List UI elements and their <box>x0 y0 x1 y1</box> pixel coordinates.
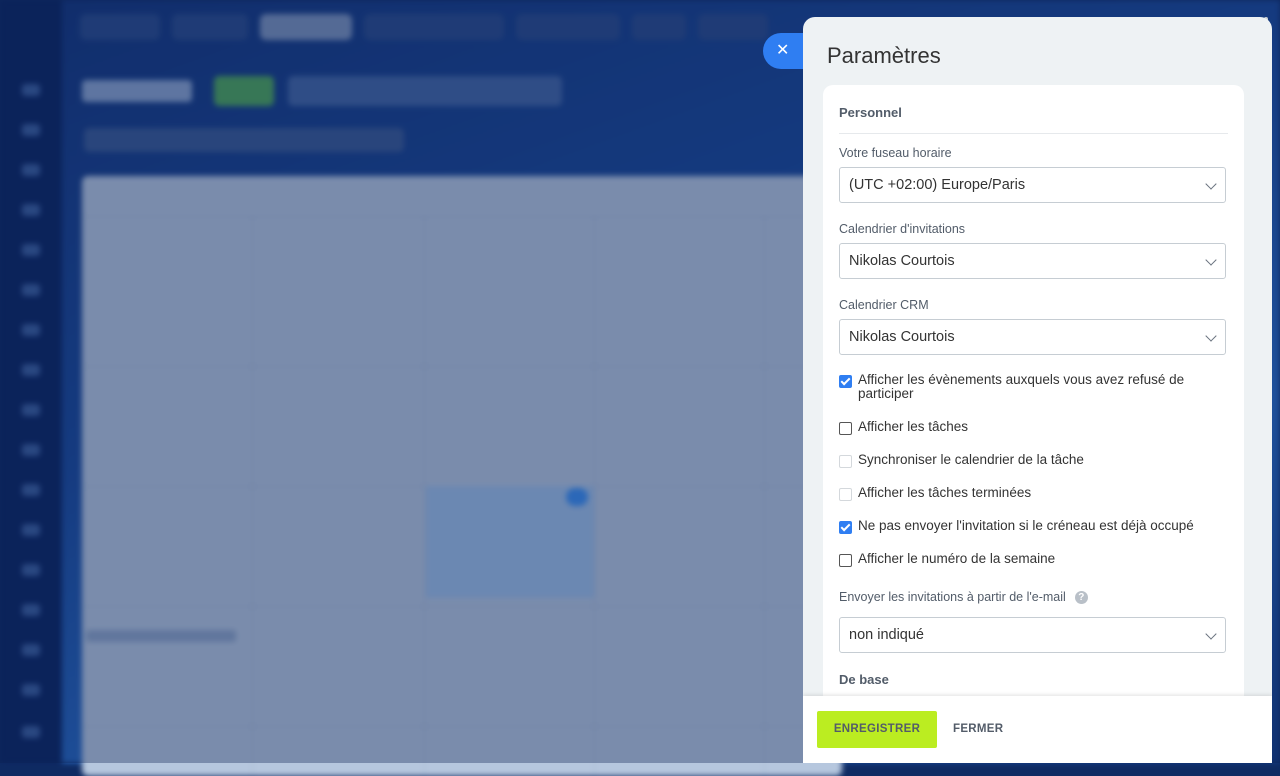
checkbox-label: Afficher les tâches <box>858 419 969 434</box>
invite-calendar-select[interactable]: Nikolas Courtois <box>839 243 1226 279</box>
checkbox-show-tasks[interactable]: Afficher les tâches <box>839 420 1229 435</box>
checkbox-label: Afficher les évènements auxquels vous av… <box>858 372 1185 401</box>
crm-calendar-value: Nikolas Courtois <box>849 329 955 345</box>
chevron-down-icon <box>1205 628 1217 640</box>
settings-panel: Paramètres Personnel Votre fuseau horair… <box>803 17 1272 763</box>
section-personal-title: Personnel <box>839 105 902 120</box>
close-icon: ✕ <box>776 42 790 59</box>
checkbox-label: Afficher les tâches terminées <box>858 485 1032 500</box>
checkbox[interactable] <box>839 422 852 435</box>
checkbox[interactable] <box>839 375 852 388</box>
crm-calendar-select[interactable]: Nikolas Courtois <box>839 319 1226 355</box>
timezone-select[interactable]: (UTC +02:00) Europe/Paris <box>839 167 1226 203</box>
checkbox-sync-task-calendar[interactable]: Synchroniser le calendrier de la tâche <box>839 453 1229 468</box>
checkbox-label: Synchroniser le calendrier de la tâche <box>858 452 1084 467</box>
panel-title: Paramètres <box>827 43 941 68</box>
invite-calendar-value: Nikolas Courtois <box>849 253 955 269</box>
checkbox-show-completed-tasks[interactable]: Afficher les tâches terminées <box>839 486 1229 501</box>
sender-email-label-text: Envoyer les invitations à partir de l'e-… <box>839 590 1066 604</box>
invite-calendar-label: Calendrier d'invitations <box>839 222 966 236</box>
panel-footer: ENREGISTRER FERMER <box>803 696 1272 763</box>
sender-email-label: Envoyer les invitations à partir de l'e-… <box>839 590 1088 604</box>
help-icon[interactable]: ? <box>1074 591 1088 604</box>
timezone-value: (UTC +02:00) Europe/Paris <box>849 177 1026 193</box>
sender-email-value: non indiqué <box>849 627 924 643</box>
checkbox-show-week-number[interactable]: Afficher le numéro de la semaine <box>839 552 1229 567</box>
crm-calendar-label: Calendrier CRM <box>839 298 929 312</box>
checkbox[interactable] <box>839 488 852 501</box>
timezone-label: Votre fuseau horaire <box>839 146 952 160</box>
chevron-down-icon <box>1205 178 1217 190</box>
sender-email-select[interactable]: non indiqué <box>839 617 1226 653</box>
divider <box>839 133 1228 134</box>
chevron-down-icon <box>1205 254 1217 266</box>
save-button[interactable]: ENREGISTRER <box>817 711 937 748</box>
checkbox[interactable] <box>839 554 852 567</box>
chevron-down-icon <box>1205 330 1217 342</box>
section-basic-title: De base <box>839 672 889 687</box>
close-button[interactable]: FERMER <box>953 711 1003 748</box>
checkbox[interactable] <box>839 521 852 534</box>
checkbox[interactable] <box>839 455 852 468</box>
checkbox-label: Afficher le numéro de la semaine <box>858 551 1056 566</box>
checkbox-show-declined-events[interactable]: Afficher les évènements auxquels vous av… <box>839 373 1229 401</box>
settings-card: Personnel Votre fuseau horaire (UTC +02:… <box>823 85 1244 705</box>
checkbox-no-invite-if-busy[interactable]: Ne pas envoyer l'invitation si le crénea… <box>839 519 1229 534</box>
checkbox-label: Ne pas envoyer l'invitation si le crénea… <box>858 518 1194 533</box>
